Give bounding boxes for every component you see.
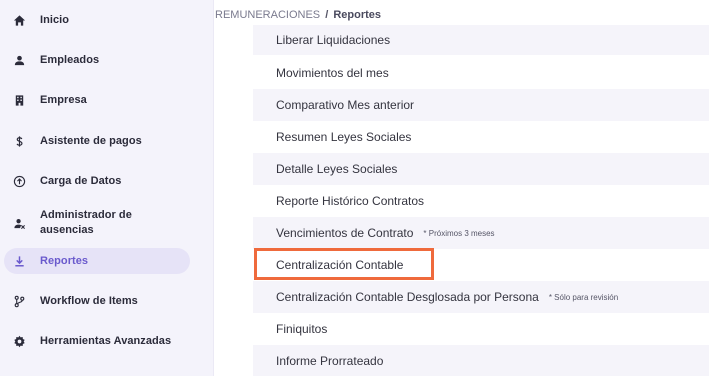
- report-note: * Sólo para revisión: [548, 292, 619, 302]
- sidebar-item-label: Administrador de ausencias: [40, 209, 132, 236]
- report-vencimientos-contrato[interactable]: Vencimientos de Contrato * Próximos 3 me…: [253, 217, 709, 249]
- download-icon: [12, 254, 26, 268]
- sidebar-item-inicio[interactable]: Inicio: [4, 7, 190, 33]
- report-label: Resumen Leyes Sociales: [276, 130, 412, 144]
- breadcrumb-current: Reportes: [333, 9, 381, 21]
- sidebar-item-reportes[interactable]: Reportes: [4, 248, 190, 274]
- sidebar-item-label: Inicio: [40, 13, 70, 26]
- breadcrumb: REMUNERACIONES / Reportes: [215, 9, 381, 21]
- sidebar-item-herramientas-avanzadas[interactable]: Herramientas Avanzadas: [4, 328, 190, 354]
- report-finiquitos[interactable]: Finiquitos: [253, 313, 709, 345]
- home-icon: [12, 13, 26, 27]
- sidebar-item-administrador-ausencias[interactable]: Administrador de ausencias: [4, 206, 190, 240]
- report-label: Liberar Liquidaciones: [276, 33, 391, 47]
- sidebar-item-label: Empresa: [40, 93, 87, 106]
- sidebar: Inicio Empleados Empresa Asistente de pa…: [0, 0, 214, 376]
- sidebar-item-empleados[interactable]: Empleados: [4, 47, 190, 73]
- branch-icon: [12, 294, 26, 308]
- user-icon: [12, 53, 26, 67]
- report-label: Detalle Leyes Sociales: [276, 162, 398, 176]
- report-movimientos-mes[interactable]: Movimientos del mes: [253, 57, 709, 89]
- report-note: * Próximos 3 meses: [423, 228, 495, 238]
- report-label: Informe Prorrateado: [276, 354, 384, 368]
- breadcrumb-parent[interactable]: REMUNERACIONES: [215, 9, 320, 21]
- user-off-icon: [12, 216, 26, 230]
- gear-icon: [12, 334, 26, 348]
- report-label: Movimientos del mes: [276, 66, 389, 80]
- report-label: Finiquitos: [276, 322, 328, 336]
- dollar-icon: [12, 134, 26, 148]
- sidebar-item-label: Empleados: [40, 53, 100, 66]
- report-informe-prorrateado[interactable]: Informe Prorrateado: [253, 345, 709, 376]
- sidebar-item-empresa[interactable]: Empresa: [4, 87, 190, 113]
- upload-circle-icon: [12, 174, 26, 188]
- report-label: Centralización Contable: [276, 258, 404, 272]
- report-label: Centralización Contable Desglosada por P…: [276, 290, 539, 304]
- sidebar-item-label: Reportes: [40, 254, 89, 267]
- sidebar-item-workflow[interactable]: Workflow de Items: [4, 288, 190, 314]
- report-historico-contratos[interactable]: Reporte Histórico Contratos: [253, 185, 709, 217]
- report-label: Reporte Histórico Contratos: [276, 194, 425, 208]
- sidebar-item-label: Asistente de pagos: [40, 134, 142, 147]
- report-resumen-leyes-sociales[interactable]: Resumen Leyes Sociales: [253, 121, 709, 153]
- sidebar-item-label: Workflow de Items: [40, 294, 138, 307]
- building-icon: [12, 93, 26, 107]
- report-label: Comparativo Mes anterior: [276, 98, 415, 112]
- sidebar-item-label: Herramientas Avanzadas: [40, 334, 172, 347]
- report-comparativo-mes-anterior[interactable]: Comparativo Mes anterior: [253, 89, 709, 121]
- report-liberar-liquidaciones[interactable]: Liberar Liquidaciones: [253, 25, 709, 55]
- sidebar-item-label: Carga de Datos: [40, 174, 122, 187]
- breadcrumb-separator: /: [325, 9, 329, 21]
- report-centralizacion-contable[interactable]: Centralización Contable: [253, 249, 709, 281]
- main-content: REMUNERACIONES / Reportes Liberar Liquid…: [215, 0, 709, 376]
- report-centralizacion-desglosada[interactable]: Centralización Contable Desglosada por P…: [253, 281, 709, 313]
- sidebar-item-carga-datos[interactable]: Carga de Datos: [4, 168, 190, 194]
- report-label: Vencimientos de Contrato: [276, 226, 414, 240]
- sidebar-item-asistente-pagos[interactable]: Asistente de pagos: [4, 128, 190, 154]
- report-detalle-leyes-sociales[interactable]: Detalle Leyes Sociales: [253, 153, 709, 185]
